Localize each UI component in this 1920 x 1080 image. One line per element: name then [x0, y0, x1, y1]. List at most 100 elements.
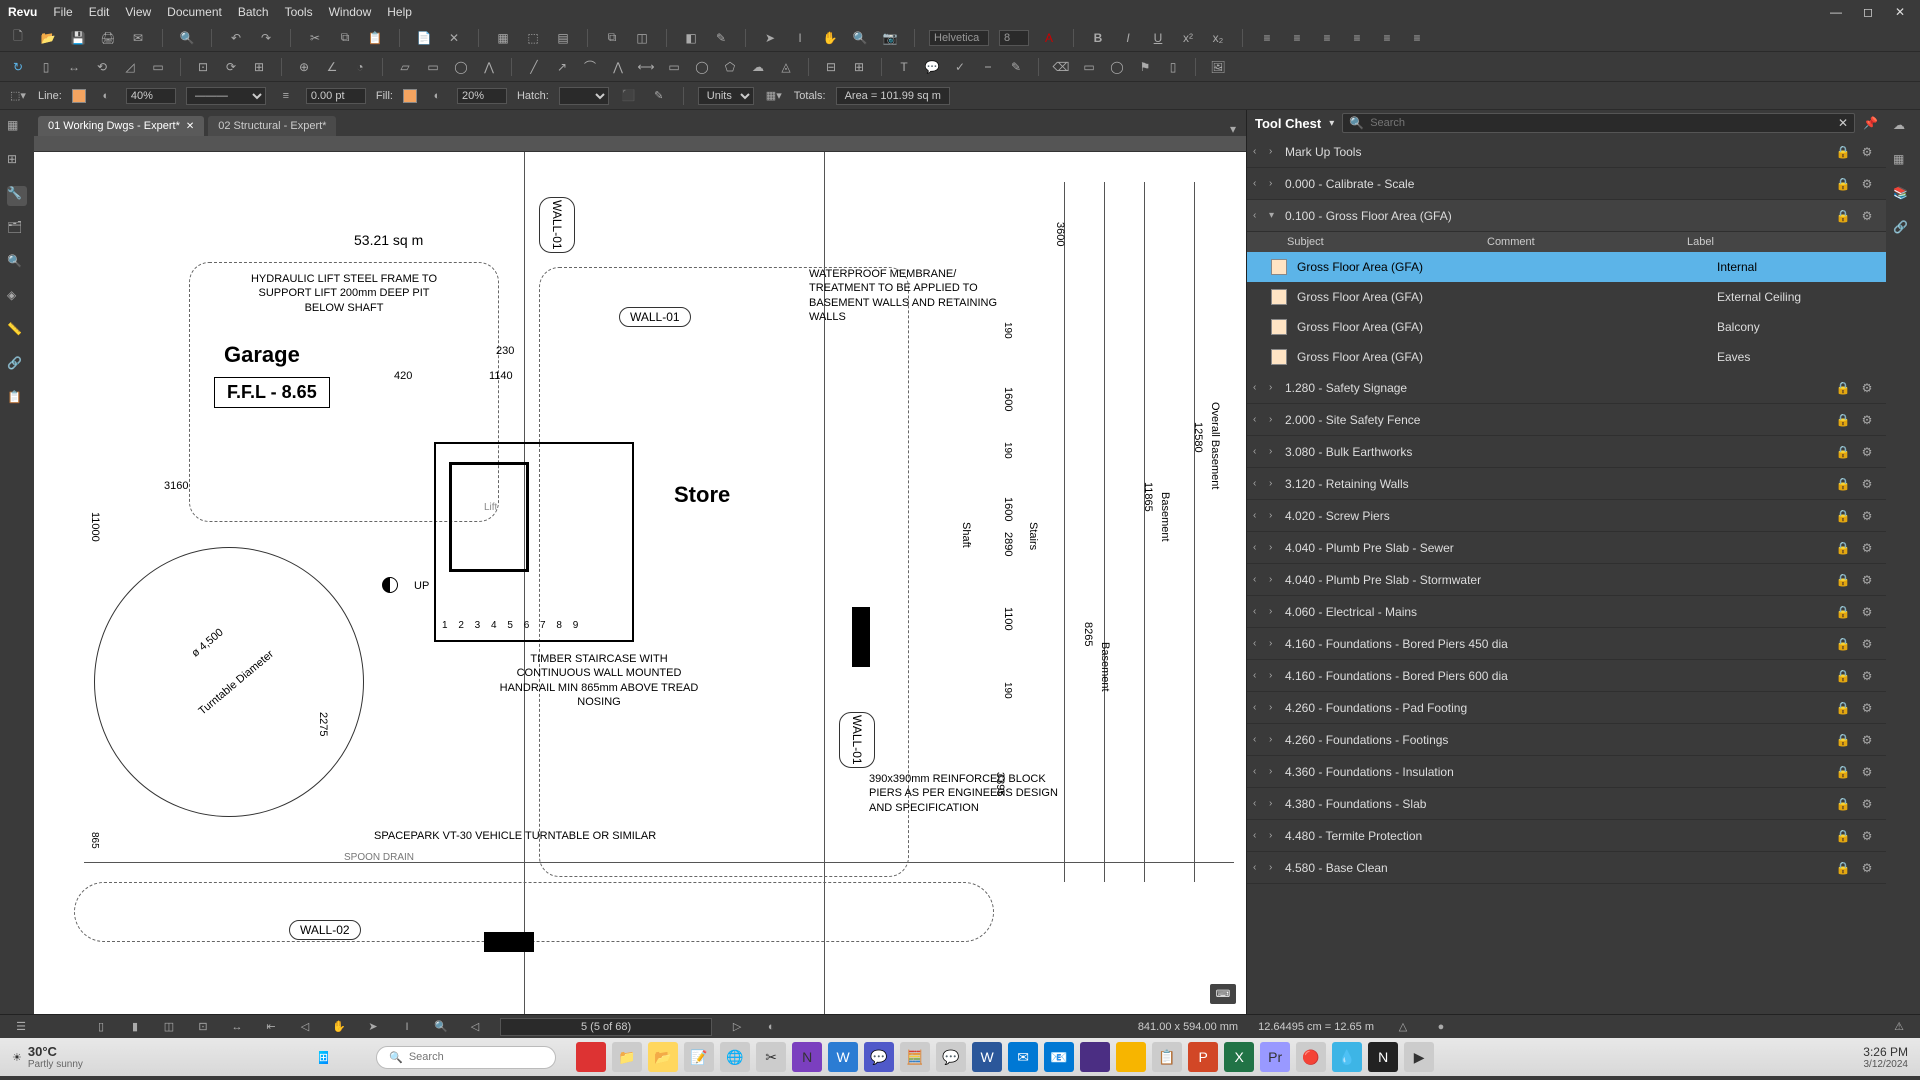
- gear-icon[interactable]: ⚙: [1858, 507, 1876, 525]
- taskbar-powerpoint[interactable]: P: [1188, 1042, 1218, 1072]
- warning-up-icon[interactable]: △: [1394, 1018, 1412, 1036]
- line-width-input[interactable]: [306, 88, 366, 104]
- pan-icon[interactable]: ✋: [820, 28, 840, 48]
- next-icon[interactable]: ▷: [728, 1018, 746, 1036]
- chevron-icon[interactable]: ›: [1269, 766, 1279, 777]
- drawing-canvas[interactable]: 53.21 sq m HYDRAULIC LIFT STEEL FRAME TO…: [34, 152, 1246, 1014]
- properties-icon[interactable]: 🗂: [7, 220, 27, 240]
- fill-opacity-input[interactable]: [457, 88, 507, 104]
- continuous-icon[interactable]: ▮: [126, 1018, 144, 1036]
- line-icon[interactable]: ╱: [524, 57, 544, 77]
- tc-item-3[interactable]: Gross Floor Area (GFA) Eaves: [1247, 342, 1886, 372]
- taskbar-search-input[interactable]: [409, 1051, 551, 1063]
- tc-section-4[interactable]: ‹ › 3.080 - Bulk Earthworks🔒⚙: [1247, 436, 1886, 468]
- flip-icon[interactable]: ⟲: [92, 57, 112, 77]
- headers-icon[interactable]: ▤: [553, 28, 573, 48]
- gear-icon[interactable]: ⚙: [1858, 667, 1876, 685]
- menu-batch[interactable]: Batch: [238, 5, 269, 19]
- polyline-icon[interactable]: ⋀: [608, 57, 628, 77]
- close-button[interactable]: ✕: [1888, 3, 1912, 21]
- tool-chest-search-input[interactable]: [1370, 117, 1832, 129]
- menu-document[interactable]: Document: [167, 5, 222, 19]
- chevron-icon[interactable]: ›: [1269, 734, 1279, 745]
- keyboard-icon[interactable]: ⌨: [1210, 984, 1236, 1004]
- menu-edit[interactable]: Edit: [89, 5, 110, 19]
- tc-section-17[interactable]: ‹ › 4.580 - Base Clean🔒⚙: [1247, 852, 1886, 884]
- line-color-swatch[interactable]: [72, 89, 86, 103]
- text2-icon[interactable]: I: [398, 1018, 416, 1036]
- font-size-select[interactable]: 8: [999, 30, 1029, 46]
- measurements-icon[interactable]: 📏: [7, 322, 27, 342]
- chevron-left-icon[interactable]: ‹: [1253, 702, 1263, 713]
- shape-circ-icon[interactable]: ◯: [1107, 57, 1127, 77]
- flag-icon[interactable]: ⚑: [1135, 57, 1155, 77]
- volume-icon[interactable]: ▭: [423, 57, 443, 77]
- eraser-icon[interactable]: ⌫: [1051, 57, 1071, 77]
- chevron-left-icon[interactable]: ‹: [1253, 178, 1263, 189]
- stamp-icon[interactable]: ✓: [950, 57, 970, 77]
- chevron-icon[interactable]: ›: [1269, 862, 1279, 873]
- rect-icon[interactable]: ▭: [664, 57, 684, 77]
- fill-color-swatch[interactable]: [403, 89, 417, 103]
- taskbar-bluebeam[interactable]: 💧: [1332, 1042, 1362, 1072]
- lock-icon[interactable]: 🔒: [1834, 859, 1852, 877]
- gear-icon[interactable]: ⚙: [1858, 571, 1876, 589]
- textbox-icon[interactable]: T: [894, 57, 914, 77]
- tc-section-16[interactable]: ‹ › 4.480 - Termite Protection🔒⚙: [1247, 820, 1886, 852]
- chevron-left-icon[interactable]: ‹: [1253, 862, 1263, 873]
- lock-icon[interactable]: 🔒: [1834, 603, 1852, 621]
- gear-icon[interactable]: ⚙: [1858, 539, 1876, 557]
- arrow-icon[interactable]: ↗: [552, 57, 572, 77]
- panel-toggle-icon[interactable]: ☰: [12, 1018, 30, 1036]
- dim-toggle-icon[interactable]: ◐: [762, 1018, 780, 1036]
- thumbnails-icon[interactable]: ▦: [7, 118, 27, 138]
- taskbar-folder[interactable]: 📂: [648, 1042, 678, 1072]
- chevron-icon[interactable]: ›: [1269, 830, 1279, 841]
- tool-chest-tab-icon[interactable]: 🔧: [7, 186, 27, 206]
- tc-item-2[interactable]: Gross Floor Area (GFA) Balcony: [1247, 312, 1886, 342]
- paste-icon[interactable]: 📋: [365, 28, 385, 48]
- tc-section-13[interactable]: ‹ › 4.260 - Foundations - Footings🔒⚙: [1247, 724, 1886, 756]
- shape-mode-icon[interactable]: ⬚▾: [8, 86, 28, 106]
- lock-icon[interactable]: 🔒: [1834, 143, 1852, 161]
- fit-page-icon[interactable]: ⊡: [194, 1018, 212, 1036]
- search-icon[interactable]: 🔍: [177, 28, 197, 48]
- pen-icon[interactable]: ✎: [1006, 57, 1026, 77]
- chevron-left-icon[interactable]: ‹: [1253, 574, 1263, 585]
- ellipse-icon[interactable]: ◯: [692, 57, 712, 77]
- start-button[interactable]: ⊞: [319, 1051, 328, 1064]
- tc-section-8[interactable]: ‹ › 4.040 - Plumb Pre Slab - Stormwater🔒…: [1247, 564, 1886, 596]
- tc-item-1[interactable]: Gross Floor Area (GFA) External Ceiling: [1247, 282, 1886, 312]
- taskbar-premiere[interactable]: Pr: [1260, 1042, 1290, 1072]
- taskbar-notion[interactable]: N: [1368, 1042, 1398, 1072]
- chevron-left-icon[interactable]: ‹: [1253, 734, 1263, 745]
- tc-section-7[interactable]: ‹ › 4.040 - Plumb Pre Slab - Sewer🔒⚙: [1247, 532, 1886, 564]
- italic-icon[interactable]: I: [1118, 28, 1138, 48]
- gear-icon[interactable]: ⚙: [1858, 475, 1876, 493]
- line-style-select[interactable]: ———: [186, 87, 266, 105]
- chevron-left-icon[interactable]: ‹: [1253, 542, 1263, 553]
- lock-icon[interactable]: 🔒: [1834, 379, 1852, 397]
- taskbar-media[interactable]: ▶: [1404, 1042, 1434, 1072]
- warning-icon[interactable]: ⚠: [1890, 1018, 1908, 1036]
- lock-icon[interactable]: 🔒: [1834, 443, 1852, 461]
- lock-icon[interactable]: 🔒: [1834, 175, 1852, 193]
- gear-icon[interactable]: ⚙: [1858, 443, 1876, 461]
- lock-icon[interactable]: 🔒: [1834, 635, 1852, 653]
- tc-item-0[interactable]: Gross Floor Area (GFA) Internal: [1247, 252, 1886, 282]
- taskbar-app3[interactable]: [1116, 1042, 1146, 1072]
- sub-icon[interactable]: x₂: [1208, 28, 1228, 48]
- hatch-select[interactable]: [559, 87, 609, 105]
- lasso-icon[interactable]: ✎: [649, 86, 669, 106]
- gear-icon[interactable]: ⚙: [1858, 827, 1876, 845]
- highlight-toggle-icon[interactable]: ⬛: [619, 86, 639, 106]
- taskbar-app2[interactable]: [1080, 1042, 1110, 1072]
- save-icon[interactable]: 💾: [68, 28, 88, 48]
- chevron-left-icon[interactable]: ‹: [1253, 210, 1263, 221]
- area-icon[interactable]: ▱: [395, 57, 415, 77]
- chevron-left-icon[interactable]: ‹: [1253, 478, 1263, 489]
- erase-icon[interactable]: ◧: [681, 28, 701, 48]
- tc-section-9[interactable]: ‹ › 4.060 - Electrical - Mains🔒⚙: [1247, 596, 1886, 628]
- underline-icon[interactable]: U: [1148, 28, 1168, 48]
- chevron-left-icon[interactable]: ‹: [1253, 510, 1263, 521]
